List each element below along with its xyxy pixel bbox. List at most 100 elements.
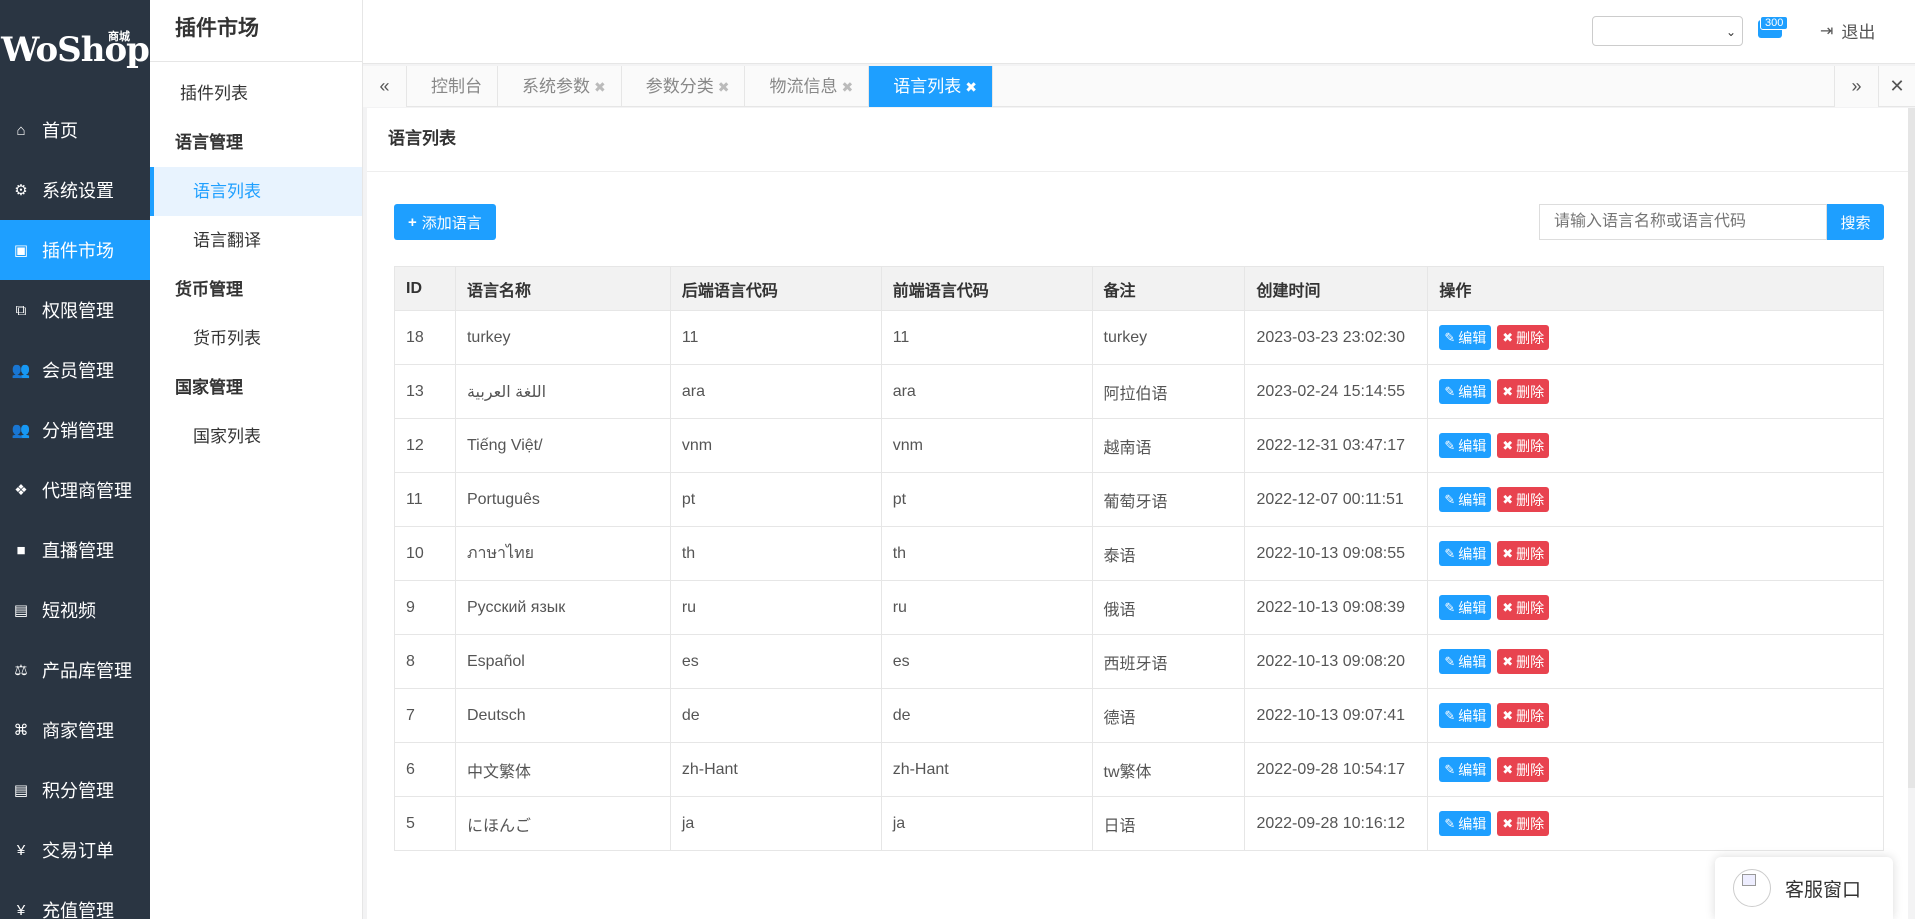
content-scrollbar[interactable]: [1908, 108, 1915, 788]
delete-button[interactable]: ✖ 删除: [1497, 379, 1550, 404]
nav-item-11[interactable]: ▤ 积分管理: [0, 760, 150, 820]
message-button[interactable]: 300: [1758, 16, 1789, 40]
tab-4[interactable]: 语言列表 ✖: [869, 66, 993, 107]
tab-2[interactable]: 参数分类 ✖: [622, 66, 746, 107]
delete-button[interactable]: ✖ 删除: [1497, 595, 1550, 620]
logout-label: 退出: [1841, 23, 1876, 42]
logo-subtext: 商城: [108, 30, 130, 43]
cell-id: 8: [394, 634, 456, 689]
tab-3[interactable]: 物流信息 ✖: [745, 66, 870, 107]
close-icon: ✖: [1502, 383, 1514, 399]
tab-scroll-right-icon[interactable]: »: [1834, 66, 1878, 107]
table-row: 10 ภาษาไทย th th 泰语 2022-10-13 09:08:55 ✎ 编辑 ✖ 删除: [394, 526, 1884, 581]
nav-item-3[interactable]: ⧉ 权限管理: [0, 280, 150, 340]
tab-close-icon[interactable]: ✖: [841, 79, 853, 95]
brand-logo[interactable]: WoShop 商城: [0, 0, 150, 100]
edit-button[interactable]: ✎ 编辑: [1439, 433, 1492, 458]
nav-item-12[interactable]: ¥ 交易订单: [0, 820, 150, 880]
edit-button[interactable]: ✎ 编辑: [1439, 811, 1492, 836]
cell-frontend: de: [880, 688, 1093, 743]
customer-service-window[interactable]: 客服窗口: [1715, 857, 1893, 919]
top-header: ⌄ 300 ⇥ 退出: [363, 0, 1915, 64]
cell-remark: 日语: [1091, 796, 1246, 851]
delete-button[interactable]: ✖ 删除: [1497, 541, 1550, 566]
search-button[interactable]: 搜索: [1827, 204, 1884, 240]
edit-button[interactable]: ✎ 编辑: [1439, 487, 1492, 512]
delete-button[interactable]: ✖ 删除: [1497, 649, 1550, 674]
nav-item-0[interactable]: ⌂ 首页: [0, 100, 150, 160]
close-icon: ✖: [1502, 707, 1514, 723]
nav-item-7[interactable]: ■ 直播管理: [0, 520, 150, 580]
edit-button[interactable]: ✎ 编辑: [1439, 541, 1492, 566]
submenu-item[interactable]: 货币列表: [150, 314, 362, 363]
tab-scroll-left-icon[interactable]: «: [363, 66, 407, 107]
nav-item-2[interactable]: ▣ 插件市场: [0, 220, 150, 280]
cell-remark: 泰语: [1091, 526, 1246, 581]
pencil-icon: ✎: [1444, 707, 1456, 723]
table-row: 8 Español es es 西班牙语 2022-10-13 09:08:20 ✎ 编辑 ✖ 删…: [394, 634, 1884, 689]
delete-button[interactable]: ✖ 删除: [1497, 433, 1550, 458]
nav-item-13[interactable]: ¥ 充值管理: [0, 880, 150, 919]
cell-name: Русский язык: [454, 580, 671, 635]
nav-item-8[interactable]: ▤ 短视频: [0, 580, 150, 640]
submenu-item[interactable]: 语言列表: [150, 167, 362, 216]
delete-button[interactable]: ✖ 删除: [1497, 703, 1550, 728]
tab-label: 参数分类: [645, 77, 714, 96]
submenu-group-title: 国家管理: [175, 378, 243, 397]
column-header: 备注: [1091, 266, 1246, 311]
nav-item-4[interactable]: 👥 会员管理: [0, 340, 150, 400]
nav-item-9[interactable]: ⚖ 产品库管理: [0, 640, 150, 700]
tab-1[interactable]: 系统参数 ✖: [498, 66, 622, 107]
delete-label: 删除: [1516, 329, 1545, 346]
edit-button[interactable]: ✎ 编辑: [1439, 379, 1492, 404]
cell-remark: tw繁体: [1091, 742, 1246, 797]
tab-0[interactable]: 控制台: [407, 66, 498, 107]
column-header: 操作: [1427, 266, 1884, 311]
language-select[interactable]: ⌄: [1592, 16, 1743, 46]
submenu-item-plugin-list[interactable]: 插件列表: [150, 69, 362, 118]
edit-label: 编辑: [1458, 383, 1487, 400]
nav-item-6[interactable]: ❖ 代理商管理: [0, 460, 150, 520]
cell-backend: vnm: [669, 418, 882, 473]
edit-label: 编辑: [1458, 545, 1487, 562]
sitemap-icon: ⧉: [15, 301, 27, 319]
cell-actions: ✎ 编辑 ✖ 删除: [1427, 742, 1884, 797]
edit-button[interactable]: ✎ 编辑: [1439, 325, 1492, 350]
language-table: ID 语言名称 后端语言代码 前端语言代码 备注 创建时间 操作 18 turkey 11 11 t…: [394, 266, 1884, 851]
nav-item-label: 首页: [42, 121, 78, 141]
cell-created: 2022-12-31 03:47:17: [1244, 418, 1429, 473]
tab-close-icon[interactable]: ✖: [594, 79, 606, 95]
cell-name: ภาษาไทย: [454, 526, 671, 581]
cell-actions: ✎ 编辑 ✖ 删除: [1427, 310, 1884, 365]
cell-id: 9: [394, 580, 456, 635]
table-body: 18 turkey 11 11 turkey 2023-03-23 23:02:30 ✎ 编辑…: [394, 310, 1884, 851]
nav-item-1[interactable]: ⚙ 系统设置: [0, 160, 150, 220]
submenu-item[interactable]: 国家列表: [150, 412, 362, 461]
pencil-icon: ✎: [1444, 599, 1456, 615]
nav-item-10[interactable]: ⌘ 商家管理: [0, 700, 150, 760]
tab-close-icon[interactable]: ✖: [718, 79, 730, 95]
customer-service-avatar-icon: [1733, 869, 1771, 907]
cell-frontend: zh-Hant: [880, 742, 1093, 797]
delete-button[interactable]: ✖ 删除: [1497, 811, 1550, 836]
main-nav-list: ⌂ 首页 ⚙ 系统设置 ▣ 插件市场 ⧉ 权限管理 👥 会员管理 👥 分销管理 ❖ 代理商管理 ■ 直播管理 ▤…: [0, 100, 150, 919]
nav-item-5[interactable]: 👥 分销管理: [0, 400, 150, 460]
cell-id: 5: [394, 796, 456, 851]
close-all-tabs-icon[interactable]: ✕: [1878, 66, 1915, 107]
delete-button[interactable]: ✖ 删除: [1497, 757, 1550, 782]
logout-button[interactable]: ⇥ 退出: [1820, 18, 1875, 43]
table-row: 18 turkey 11 11 turkey 2023-03-23 23:02:30 ✎ 编辑…: [394, 310, 1884, 365]
submenu-item[interactable]: 语言翻译: [150, 216, 362, 265]
tab-label: 物流信息: [769, 77, 838, 96]
edit-label: 编辑: [1458, 815, 1487, 832]
delete-button[interactable]: ✖ 删除: [1497, 325, 1550, 350]
search-input[interactable]: [1539, 204, 1827, 240]
tab-close-icon[interactable]: ✖: [965, 79, 977, 95]
edit-button[interactable]: ✎ 编辑: [1439, 703, 1492, 728]
close-icon: ✖: [1502, 545, 1514, 561]
edit-button[interactable]: ✎ 编辑: [1439, 757, 1492, 782]
edit-button[interactable]: ✎ 编辑: [1439, 595, 1492, 620]
add-language-button[interactable]: + 添加语言: [394, 204, 496, 240]
edit-button[interactable]: ✎ 编辑: [1439, 649, 1492, 674]
delete-button[interactable]: ✖ 删除: [1497, 487, 1550, 512]
